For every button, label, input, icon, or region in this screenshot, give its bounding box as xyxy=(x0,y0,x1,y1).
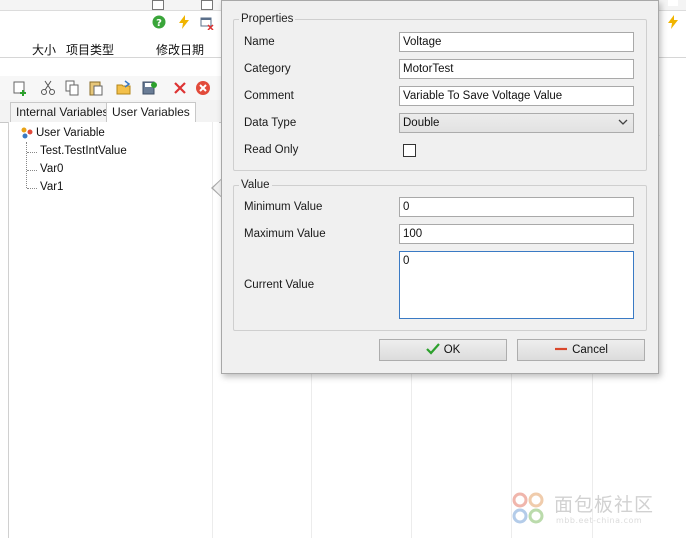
chevron-down-icon xyxy=(618,119,628,125)
variable-tabs: Internal Variables User Variables xyxy=(0,100,222,123)
data-type-value: Double xyxy=(403,117,440,129)
add-icon[interactable] xyxy=(12,80,28,96)
copy-icon[interactable] xyxy=(64,80,80,96)
data-type-select[interactable]: Double xyxy=(399,113,634,133)
clear-icon[interactable] xyxy=(195,80,211,96)
category-label: Category xyxy=(244,63,291,75)
variable-edit-dialog: Properties Name Category Comment Data Ty… xyxy=(221,0,659,374)
name-field[interactable] xyxy=(399,32,634,52)
watermark-title: 面包板社区 xyxy=(554,494,655,516)
current-value-label: Current Value xyxy=(244,279,315,291)
tab-user-variables[interactable]: User Variables xyxy=(106,102,196,123)
help-icon[interactable]: ? xyxy=(152,15,166,29)
lightning-icon[interactable] xyxy=(177,15,191,29)
watermark-logo-icon xyxy=(512,492,544,524)
check-icon xyxy=(425,343,440,355)
more-icon xyxy=(668,0,678,6)
svg-text:?: ? xyxy=(156,18,162,29)
data-type-label: Data Type xyxy=(244,117,297,129)
delete-icon[interactable] xyxy=(172,80,188,96)
read-only-label: Read Only xyxy=(244,144,299,156)
tree-connector xyxy=(26,142,27,188)
comment-field[interactable] xyxy=(399,86,634,106)
tree-item[interactable]: Test.TestIntValue xyxy=(40,145,127,157)
column-item-type[interactable]: 项目类型 xyxy=(66,41,114,58)
variables-toolbar xyxy=(0,76,222,101)
variable-tree: User Variable Test.TestIntValue Var0 Var… xyxy=(8,122,219,538)
watermark-subtitle: mbb.eet-china.com xyxy=(556,516,643,525)
properties-group-title: Properties xyxy=(239,13,296,25)
ok-button[interactable]: OK xyxy=(379,339,507,361)
tree-item[interactable]: Var1 xyxy=(40,181,63,193)
tree-connector xyxy=(27,152,37,153)
cancel-button-label: Cancel xyxy=(572,344,608,356)
comment-label: Comment xyxy=(244,90,294,102)
tree-connector xyxy=(27,188,37,189)
current-value-field[interactable] xyxy=(399,251,634,319)
column-modified-date[interactable]: 修改日期 xyxy=(156,41,204,58)
window-restore-icon[interactable] xyxy=(201,0,213,10)
minimum-value-field[interactable] xyxy=(399,197,634,217)
tab-internal-variables[interactable]: Internal Variables xyxy=(10,102,115,122)
minus-icon xyxy=(555,347,568,351)
maximum-value-label: Maximum Value xyxy=(244,228,326,240)
window-close-icon[interactable] xyxy=(200,16,214,30)
name-label: Name xyxy=(244,36,275,48)
tree-connector xyxy=(27,170,37,171)
tree-item[interactable]: Var0 xyxy=(40,163,63,175)
read-only-checkbox[interactable] xyxy=(403,144,416,157)
open-folder-icon[interactable] xyxy=(116,80,132,96)
ok-button-label: OK xyxy=(443,344,461,356)
upload-icon[interactable] xyxy=(152,0,164,10)
user-variable-icon xyxy=(21,127,33,139)
maximum-value-field[interactable] xyxy=(399,224,634,244)
cancel-button[interactable]: Cancel xyxy=(517,339,645,361)
lightning-icon-right[interactable] xyxy=(666,15,680,29)
watermark: 面包板社区 mbb.eet-china.com xyxy=(506,486,682,530)
minimum-value-label: Minimum Value xyxy=(244,201,323,213)
value-group-title: Value xyxy=(239,179,272,191)
column-size[interactable]: 大小 xyxy=(32,41,56,58)
cut-icon[interactable] xyxy=(40,80,56,96)
category-field[interactable] xyxy=(399,59,634,79)
paste-icon[interactable] xyxy=(88,80,104,96)
save-icon[interactable] xyxy=(142,80,158,96)
tree-root[interactable]: User Variable xyxy=(36,127,105,139)
